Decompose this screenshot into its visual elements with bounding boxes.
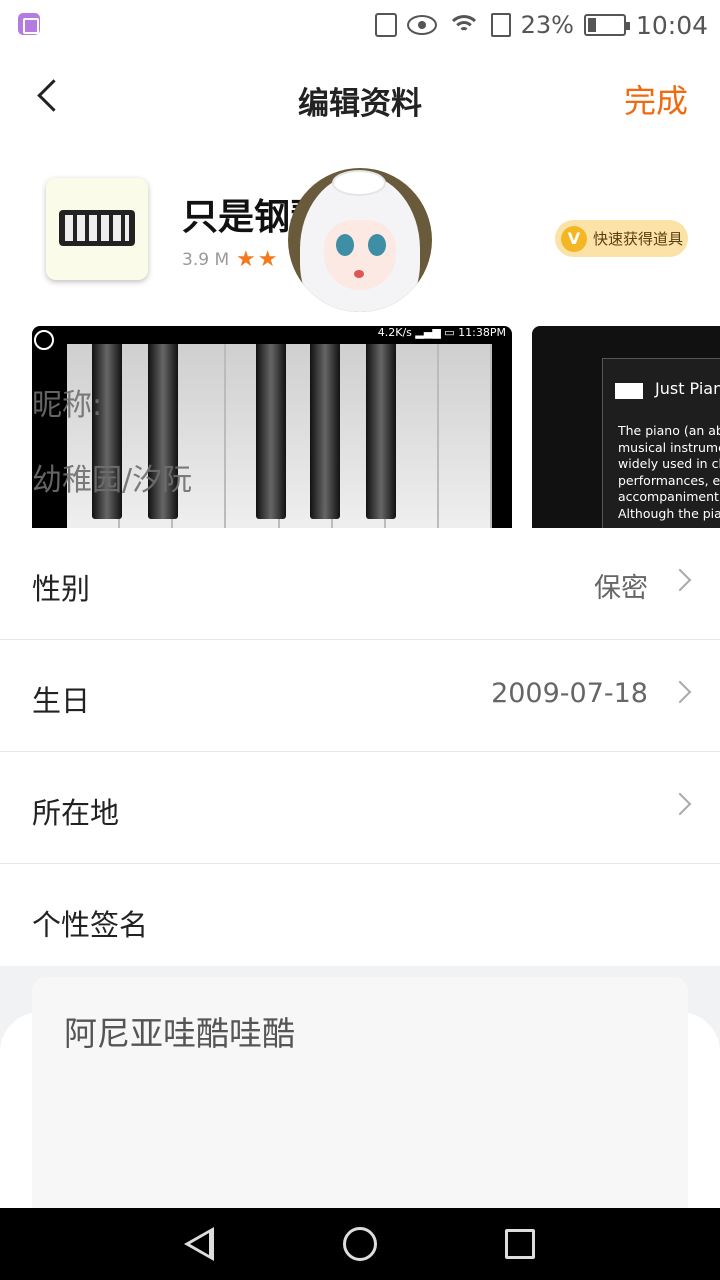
clock: 10:04	[635, 10, 708, 40]
sim-icon	[490, 13, 511, 37]
birthday-row[interactable]: 生日 2009-07-18	[0, 640, 720, 752]
dialog-title: Just Piano	[655, 379, 720, 398]
signature-row: 个性签名	[0, 864, 720, 964]
battery-icon	[583, 14, 630, 36]
birthday-value: 2009-07-18	[491, 678, 648, 709]
signature-label: 个性签名	[32, 908, 149, 942]
birthday-label: 生日	[32, 684, 91, 718]
info-icon	[34, 330, 54, 350]
status-bar: 23% 10:04	[0, 0, 720, 50]
get-items-label: 快速获得道具	[593, 230, 684, 248]
dialog-body: The piano (an ab musical instrume widely…	[618, 423, 720, 521]
piano-app-icon[interactable]	[46, 178, 148, 280]
system-nav-bar	[0, 1208, 720, 1280]
nav-header: 编辑资料 完成	[0, 50, 720, 144]
wifi-icon	[446, 13, 481, 37]
page-title: 编辑资料	[298, 86, 422, 122]
gender-label: 性别	[32, 572, 91, 606]
vibrate-icon	[374, 13, 397, 37]
gallery-icon	[18, 13, 40, 35]
nav-home-icon[interactable]	[343, 1227, 377, 1261]
screenshot-status: 4.2K/s ▂▄▆ ▭ 11:38PM	[377, 326, 506, 339]
gender-value: 保密	[594, 573, 648, 604]
app-size: 3.9 M	[182, 250, 230, 270]
nickname-value[interactable]: 幼稚园/汐阮	[32, 455, 192, 499]
get-items-button[interactable]: V 快速获得道具	[555, 220, 688, 257]
nickname-label: 昵称:	[32, 388, 103, 423]
screenshot-2[interactable]: Just Piano The piano (an ab musical inst…	[532, 326, 720, 528]
avatar[interactable]	[288, 168, 432, 312]
settings-sheet: 性别 保密 生日 2009-07-18 所在地 个性签名	[0, 528, 720, 966]
nav-back-icon[interactable]	[184, 1227, 214, 1261]
piano-icon	[615, 383, 643, 399]
nav-recents-icon[interactable]	[505, 1229, 535, 1259]
battery-percent: 23%	[520, 11, 574, 39]
status-icons: 23% 10:04	[374, 8, 708, 42]
vip-icon: V	[561, 225, 587, 252]
chevron-right-icon	[668, 568, 692, 592]
location-label: 所在地	[32, 796, 120, 830]
gender-row[interactable]: 性别 保密	[0, 528, 720, 640]
eye-icon	[406, 15, 437, 35]
done-button[interactable]: 完成	[624, 76, 688, 122]
chevron-right-icon	[668, 680, 692, 704]
signature-input[interactable]: 阿尼亚哇酷哇酷	[32, 977, 688, 1208]
chevron-right-icon	[668, 792, 692, 816]
signature-text: 阿尼亚哇酷哇酷	[64, 1014, 295, 1053]
location-row[interactable]: 所在地	[0, 752, 720, 864]
rating-stars: ★★	[236, 247, 280, 272]
